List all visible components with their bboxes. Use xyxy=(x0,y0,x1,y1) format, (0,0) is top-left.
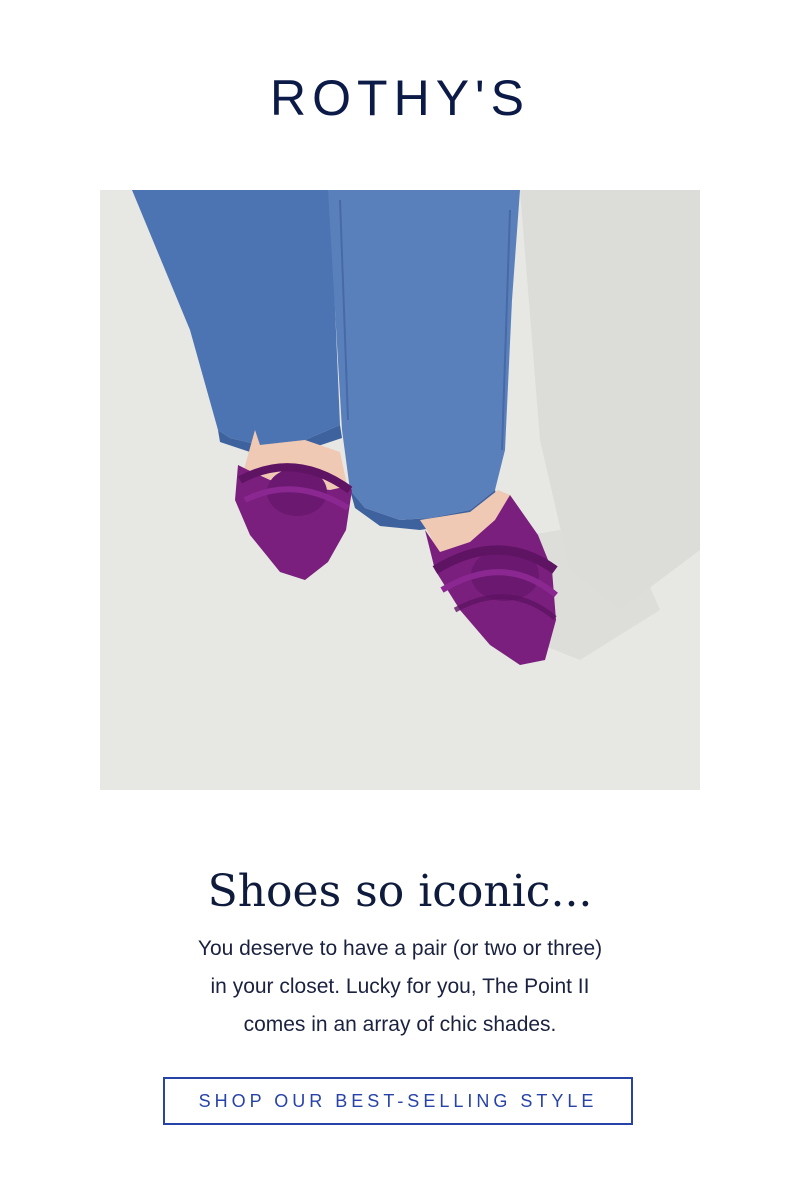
shop-best-selling-button[interactable]: SHOP OUR BEST-SELLING STYLE xyxy=(163,1077,633,1125)
brand-logo[interactable]: ROTHY'S xyxy=(0,70,800,126)
body-line: in your closet. Lucky for you, The Point… xyxy=(210,975,590,998)
hero-illustration xyxy=(100,190,700,790)
body-line: comes in an array of chic shades. xyxy=(243,1013,557,1036)
body-copy: You deserve to have a pair (or two or th… xyxy=(150,930,650,1044)
body-line: You deserve to have a pair (or two or th… xyxy=(197,937,603,960)
hero-product-image[interactable] xyxy=(100,190,700,790)
headline: Shoes so iconic... xyxy=(207,866,593,917)
